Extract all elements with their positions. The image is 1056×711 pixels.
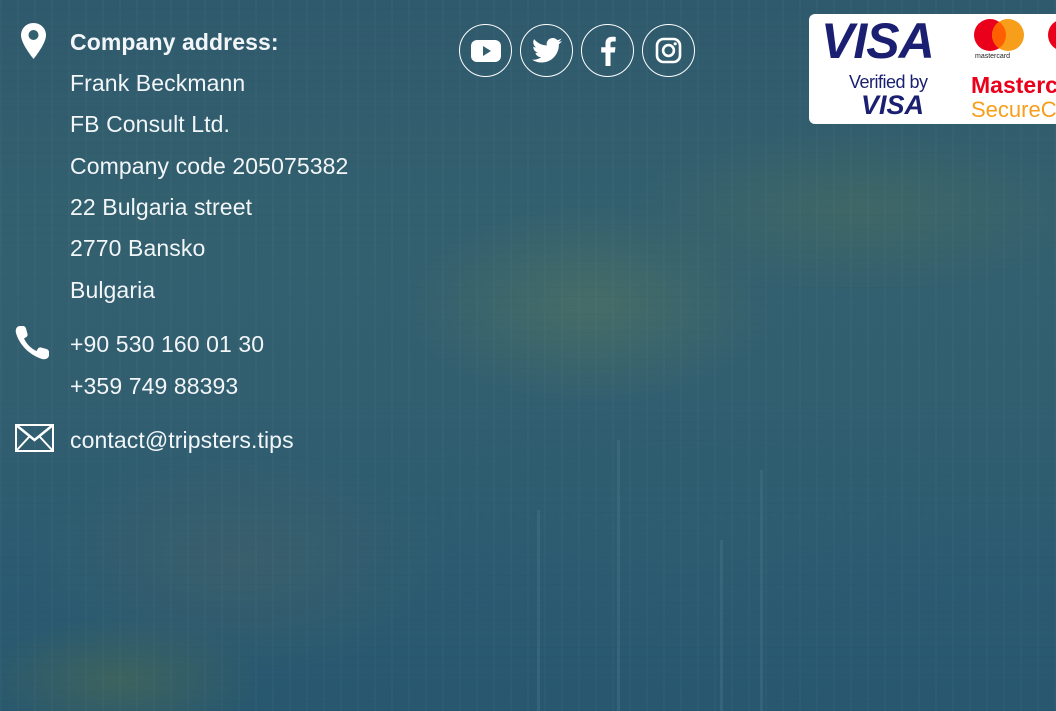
envelope-icon xyxy=(15,424,54,457)
mastercard-securecode-title: Masterc xyxy=(971,72,1056,98)
address-line: 22 Bulgaria street xyxy=(70,194,253,220)
map-pin-icon xyxy=(20,22,47,65)
address-line: Frank Beckmann xyxy=(70,70,246,96)
background-mast xyxy=(617,440,620,711)
payment-badges: VISA Verified by VISA mastercard Masterc… xyxy=(809,14,1056,124)
background-mast xyxy=(537,510,540,711)
twitter-icon xyxy=(531,38,562,63)
facebook-icon xyxy=(600,36,616,66)
address-heading: Company address: xyxy=(70,29,279,55)
address-line: Bulgaria xyxy=(70,277,156,303)
email-address[interactable]: contact@tripsters.tips xyxy=(70,427,294,453)
mastercard-small-text: mastercard xyxy=(975,53,1011,60)
mastercard-logo xyxy=(974,19,1024,51)
instagram-icon xyxy=(655,37,682,64)
youtube-button[interactable] xyxy=(459,24,512,77)
address-line: 2770 Bansko xyxy=(70,235,206,261)
phone-number[interactable]: +359 749 88393 xyxy=(70,372,238,400)
mastercard-logo xyxy=(1048,21,1056,49)
phone-icon xyxy=(14,324,54,367)
background-mast xyxy=(720,540,723,711)
visa-logo: VISA xyxy=(821,14,935,69)
securecode-text: SecureC xyxy=(971,97,1056,122)
instagram-button[interactable] xyxy=(642,24,695,77)
facebook-button[interactable] xyxy=(581,24,634,77)
address-line: Company code 205075382 xyxy=(70,153,349,179)
social-links xyxy=(459,24,695,77)
address-line: FB Consult Ltd. xyxy=(70,111,231,137)
twitter-button[interactable] xyxy=(520,24,573,77)
verified-visa-logo: VISA xyxy=(861,90,925,120)
email-link[interactable]: contact@tripsters.tips xyxy=(70,426,294,454)
background-mast xyxy=(760,470,763,711)
phone-number[interactable]: +90 530 160 01 30 xyxy=(70,330,264,358)
youtube-icon xyxy=(470,39,501,62)
